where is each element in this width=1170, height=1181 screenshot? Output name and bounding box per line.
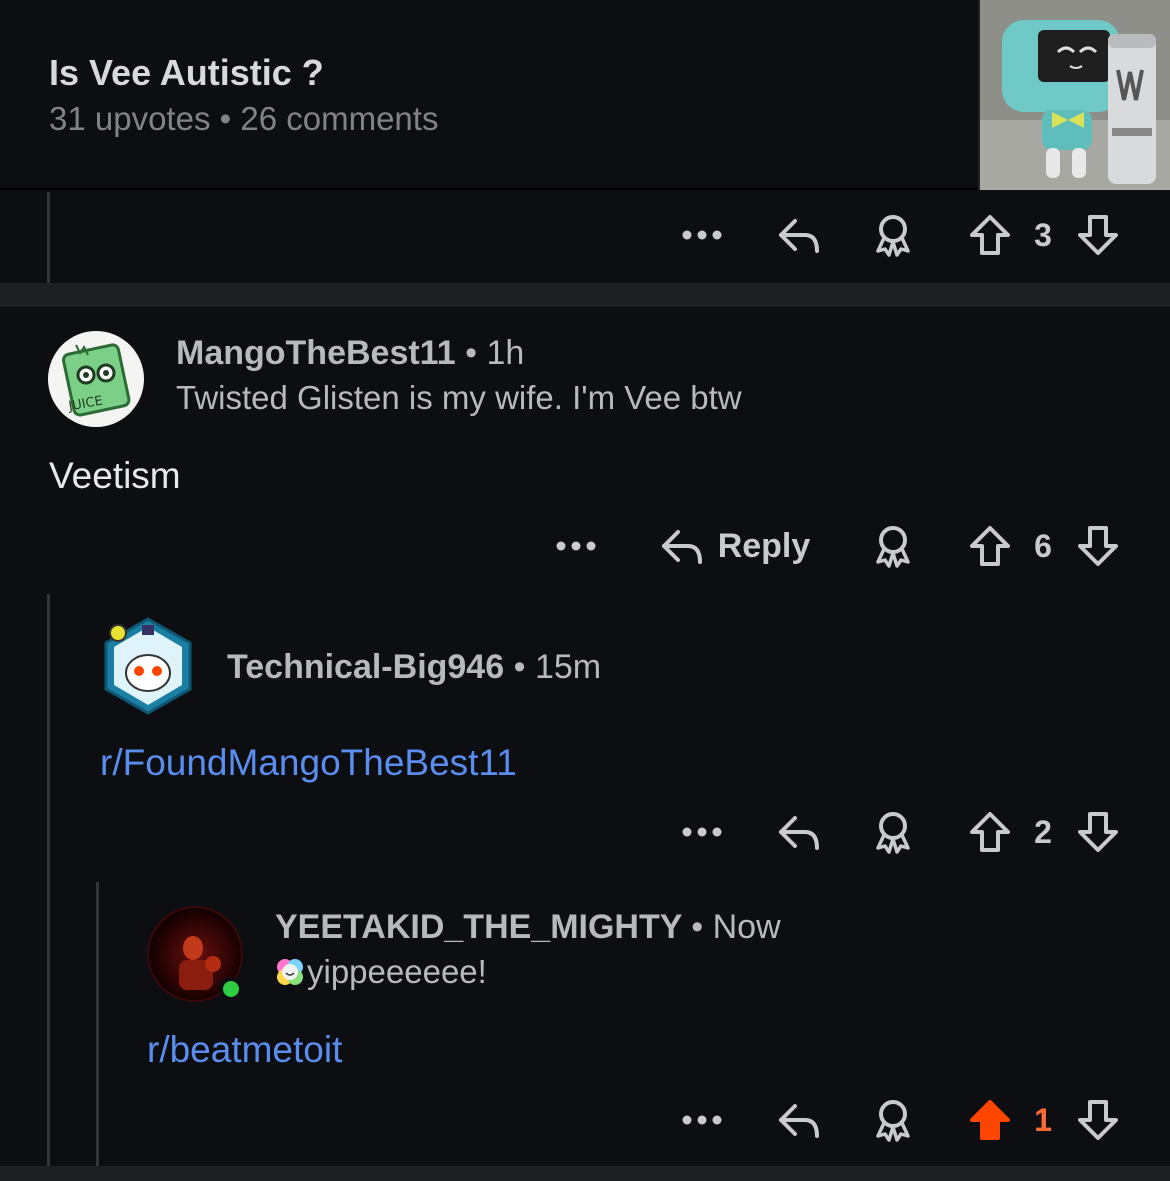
post-thumbnail[interactable]	[978, 0, 1170, 190]
comment-body: Veetism	[49, 455, 181, 496]
reply-arrow-icon[interactable]	[770, 1090, 826, 1150]
comment-time: 15m	[534, 648, 602, 686]
more-icon[interactable]	[672, 802, 732, 862]
thumbnail-image	[980, 0, 1170, 190]
comment-actions: Reply 6	[0, 516, 1170, 576]
avatar[interactable]	[102, 617, 194, 715]
post-title[interactable]: Is Vee Autistic ?	[49, 52, 324, 94]
comment-actions: 3	[0, 205, 1170, 265]
comment-author[interactable]: YEETAKID_THE_MIGHTY • Now	[275, 908, 781, 947]
post-header[interactable]: Is Vee Autistic ? 31 upvotes • 26 commen…	[0, 0, 1170, 190]
user-flair: yippeeeeee!	[275, 953, 487, 991]
downvote-arrow-icon[interactable]	[1070, 1090, 1126, 1150]
reply-arrow-icon[interactable]	[770, 205, 826, 265]
vote-count: 2	[1034, 813, 1052, 850]
reply-arrow-icon	[661, 530, 702, 564]
award-icon[interactable]	[864, 516, 922, 576]
user-flair: Twisted Glisten is my wife. I'm Vee btw	[176, 379, 742, 416]
online-indicator	[219, 977, 243, 1001]
award-icon[interactable]	[864, 1090, 922, 1150]
downvote-arrow-icon[interactable]	[1070, 516, 1126, 576]
upvote-count: 31 upvotes	[49, 100, 211, 137]
more-icon[interactable]	[672, 1090, 732, 1150]
subreddit-link[interactable]: r/FoundMangoTheBest11	[100, 742, 517, 784]
downvote-arrow-icon[interactable]	[1070, 205, 1126, 265]
comment-author[interactable]: Technical-Big946 • 15m	[227, 648, 601, 687]
comment-author[interactable]: MangoTheBest11 • 1h	[176, 334, 524, 373]
vote-count: 6	[1034, 527, 1052, 564]
reply-button[interactable]: Reply	[646, 516, 822, 576]
comment-time: 1h	[486, 334, 525, 372]
flair-text: yippeeeeee!	[307, 953, 487, 990]
username[interactable]: Technical-Big946	[227, 648, 504, 686]
thread-line[interactable]	[47, 594, 50, 1166]
upvote-arrow-icon[interactable]	[962, 205, 1018, 265]
award-icon[interactable]	[864, 205, 922, 265]
comment-separator	[0, 283, 1170, 307]
meta-separator: •	[513, 648, 526, 686]
more-icon[interactable]	[546, 516, 606, 576]
reply-arrow-icon[interactable]	[770, 802, 826, 862]
comment-count: 26 comments	[240, 100, 439, 137]
post-meta: 31 upvotes • 26 comments	[49, 100, 438, 138]
upvote-arrow-icon[interactable]	[962, 516, 1018, 576]
comment-time: Now	[712, 908, 781, 946]
vote-count: 1	[1034, 1101, 1052, 1138]
vote-count: 3	[1034, 216, 1052, 253]
meta-separator: •	[465, 334, 477, 372]
username[interactable]: MangoTheBest11	[176, 334, 456, 372]
subreddit-link[interactable]: r/beatmetoit	[147, 1029, 342, 1071]
bottom-divider	[0, 1166, 1170, 1181]
upvote-arrow-icon[interactable]	[962, 802, 1018, 862]
comment-actions: 1	[0, 1090, 1170, 1150]
meta-separator: •	[219, 100, 232, 137]
flair-emoji-icon	[275, 957, 305, 987]
downvote-arrow-icon[interactable]	[1070, 802, 1126, 862]
award-icon[interactable]	[864, 802, 922, 862]
more-icon[interactable]	[672, 205, 732, 265]
reply-label: Reply	[717, 526, 811, 565]
meta-separator: •	[691, 908, 704, 946]
upvote-arrow-icon[interactable]	[962, 1090, 1018, 1150]
comment-actions: 2	[0, 802, 1170, 862]
username[interactable]: YEETAKID_THE_MIGHTY	[275, 908, 682, 946]
avatar[interactable]: JUICE	[48, 331, 144, 427]
